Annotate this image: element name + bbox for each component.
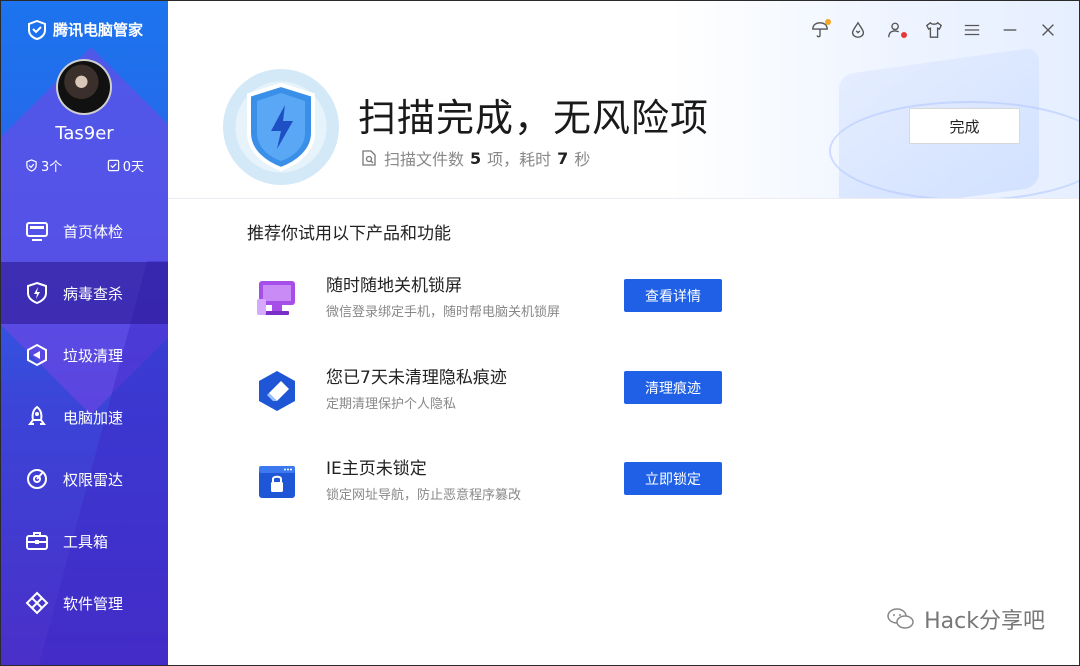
- sidebar-item-virus-scan[interactable]: 病毒查杀: [1, 262, 168, 324]
- sidebar-item-label: 垃圾清理: [63, 346, 124, 365]
- avatar[interactable]: [56, 59, 112, 115]
- recommend-item: 您已7天未清理隐私痕迹 定期清理保护个人隐私 清理痕迹: [247, 363, 747, 423]
- clean-traces-button[interactable]: 清理痕迹: [624, 371, 722, 404]
- app-title: 腾讯电脑管家: [53, 21, 144, 39]
- minimize-button[interactable]: [999, 19, 1021, 41]
- scan-time-value: 7: [557, 148, 569, 168]
- lock-now-button[interactable]: 立即锁定: [624, 462, 722, 495]
- sidebar-item-home-check[interactable]: 首页体检: [1, 200, 168, 262]
- stat-protected-days[interactable]: 0天: [107, 156, 144, 175]
- menu-button[interactable]: [961, 19, 983, 41]
- monitor-lock-icon: [257, 281, 295, 315]
- toolbox-icon: [26, 532, 48, 550]
- sidebar-item-label: 权限雷达: [63, 470, 124, 489]
- browser-lock-icon: [259, 466, 295, 498]
- clean-icon: [27, 343, 47, 367]
- done-button[interactable]: 完成: [909, 108, 1020, 144]
- notification-dot: [901, 32, 907, 38]
- sidebar-item-junk-clean[interactable]: 垃圾清理: [1, 324, 168, 386]
- watermark: Hack分享吧: [886, 603, 1045, 635]
- checkbox-icon: [107, 159, 119, 172]
- scan-summary-mid: 项，耗时: [487, 150, 552, 169]
- scan-summary-suffix: 秒: [574, 150, 591, 169]
- main-content: 扫描完成，无风险项 扫描文件数 5 项，耗时 7 秒 完成 推荐你试用以下产品和…: [168, 1, 1079, 665]
- file-scan-icon: [362, 150, 376, 166]
- scan-result-title: 扫描完成，无风险项: [358, 96, 710, 140]
- sidebar-item-toolbox[interactable]: 工具箱: [1, 510, 168, 572]
- umbrella-button[interactable]: [809, 19, 831, 41]
- recommend-item: IE主页未锁定 锁定网址导航，防止恶意程序篡改 立即锁定: [247, 454, 747, 514]
- skin-button[interactable]: [923, 19, 945, 41]
- recommend-item-desc: 微信登录绑定手机，随时帮电脑关机锁屏: [326, 305, 561, 320]
- sidebar-item-label: 工具箱: [63, 532, 109, 551]
- recommend-item-name: 您已7天未清理隐私痕迹: [326, 368, 507, 388]
- app-window: 腾讯电脑管家 Tas9er 3个 0天 首页体检 病毒查杀 垃圾清理 电脑加速 …: [0, 0, 1080, 666]
- shield-bolt-icon: [247, 83, 315, 171]
- sidebar-item-software-manager[interactable]: 软件管理: [1, 572, 168, 634]
- notification-dot: [825, 19, 831, 25]
- recommend-title: 推荐你试用以下产品和功能: [247, 224, 451, 244]
- sidebar-item-label: 首页体检: [63, 222, 124, 241]
- username: Tas9er: [55, 123, 114, 144]
- sidebar-item-speed-up[interactable]: 电脑加速: [1, 386, 168, 448]
- sidebar-item-permission-radar[interactable]: 权限雷达: [1, 448, 168, 510]
- minimize-icon: [1003, 29, 1017, 31]
- sidebar-item-label: 软件管理: [63, 594, 124, 613]
- software-icon: [25, 591, 49, 615]
- drop-icon: [851, 21, 865, 38]
- scan-shield-graphic: [223, 69, 339, 185]
- monitor-icon: [26, 222, 48, 241]
- shield-bolt-icon: [27, 281, 47, 305]
- account-button[interactable]: [885, 19, 907, 41]
- eraser-icon: [259, 371, 295, 411]
- app-brand: 腾讯电脑管家: [27, 19, 143, 40]
- stat-count-value: 3个: [41, 160, 63, 175]
- menu-icon: [964, 24, 980, 36]
- scan-files-count: 5: [470, 148, 482, 168]
- scan-summary: 扫描文件数 5 项，耗时 7 秒: [360, 146, 590, 170]
- view-details-button[interactable]: 查看详情: [624, 279, 722, 312]
- drop-button[interactable]: [847, 19, 869, 41]
- shield-check-icon: [26, 159, 37, 172]
- recommend-item-name: IE主页未锁定: [326, 459, 427, 479]
- sidebar-item-label: 电脑加速: [63, 408, 124, 427]
- tshirt-icon: [925, 21, 943, 38]
- rocket-icon: [28, 405, 46, 425]
- watermark-text: Hack分享吧: [924, 609, 1045, 634]
- sidebar: 腾讯电脑管家 Tas9er 3个 0天 首页体检 病毒查杀 垃圾清理 电脑加速 …: [1, 1, 168, 665]
- tencent-shield-icon: [28, 19, 46, 40]
- close-icon: [1042, 24, 1054, 36]
- recommend-item-name: 随时随地关机锁屏: [326, 276, 462, 296]
- stat-days-value: 0天: [122, 160, 144, 175]
- scan-result-header: 扫描完成，无风险项 扫描文件数 5 项，耗时 7 秒 完成: [168, 1, 1079, 199]
- sidebar-nav: 首页体检 病毒查杀 垃圾清理 电脑加速 权限雷达 工具箱 软件管理: [1, 200, 168, 634]
- recommend-item: 随时随地关机锁屏 微信登录绑定手机，随时帮电脑关机锁屏 查看详情: [247, 271, 747, 331]
- stat-protected-count[interactable]: 3个: [25, 156, 62, 175]
- close-button[interactable]: [1037, 19, 1059, 41]
- user-stats: 3个 0天: [25, 156, 144, 175]
- scan-summary-prefix: 扫描文件数: [384, 150, 465, 169]
- radar-icon: [27, 469, 47, 489]
- sidebar-item-label: 病毒查杀: [63, 284, 124, 303]
- recommend-item-desc: 锁定网址导航，防止恶意程序篡改: [326, 488, 522, 503]
- recommend-item-desc: 定期清理保护个人隐私: [326, 397, 457, 412]
- wechat-icon: [887, 608, 914, 629]
- window-toolbar: [809, 19, 1059, 41]
